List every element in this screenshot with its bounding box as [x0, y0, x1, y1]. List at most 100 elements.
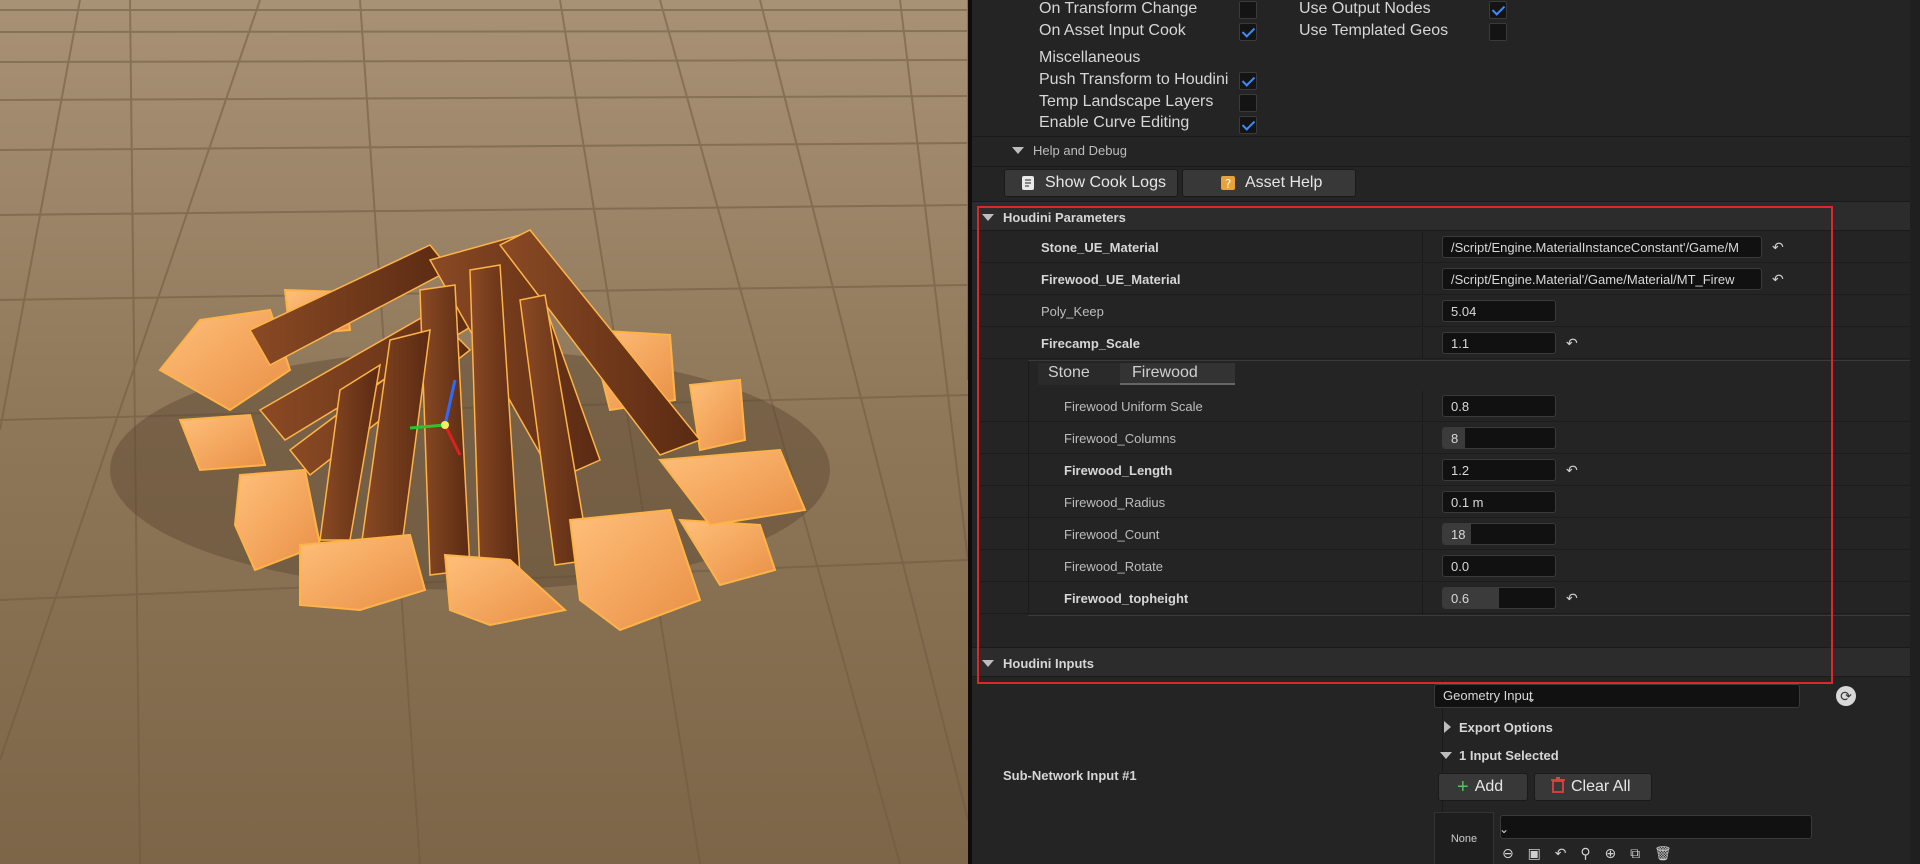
clear-all-label: Clear All	[1571, 778, 1631, 795]
firecamp-scale-label: Firecamp_Scale	[1041, 336, 1141, 351]
use-output-nodes-checkbox[interactable]	[1489, 1, 1507, 19]
duplicate-icon[interactable]: ⧉	[1630, 845, 1640, 861]
push-transform-checkbox[interactable]	[1239, 72, 1257, 90]
help-book-icon: ?	[1219, 174, 1237, 192]
firewood-param-value: 0.1 m	[1451, 495, 1484, 510]
asset-help-button[interactable]: ? Asset Help	[1182, 169, 1356, 197]
firewood-param-value: 8	[1451, 431, 1459, 446]
houdini-inputs-header[interactable]: Houdini Inputs	[972, 647, 1920, 677]
trash-icon[interactable]: 🗑	[1654, 845, 1672, 861]
show-cook-logs-label: Show Cook Logs	[1045, 174, 1166, 191]
firewood-param-row: Firewood_Columns 8	[980, 423, 1912, 454]
add-input-button[interactable]: + Add	[1438, 773, 1528, 801]
poly-keep-field[interactable]: 5.04	[1442, 300, 1556, 322]
browse-icon[interactable]: ▣	[1528, 845, 1541, 861]
on-asset-input-cook-label: On Asset Input Cook	[1039, 22, 1186, 39]
firewood-param-value: 1.2	[1451, 463, 1470, 478]
firewood-param-value: 0.0	[1451, 559, 1470, 574]
on-transform-change-checkbox[interactable]	[1239, 1, 1257, 19]
firewood-param-field[interactable]: 0.0	[1442, 555, 1556, 577]
firewood-param-label: Firewood_Rotate	[1064, 559, 1163, 574]
on-asset-input-cook-checkbox[interactable]	[1239, 23, 1257, 41]
firewood-param-field[interactable]: 1.2	[1442, 459, 1556, 481]
firewood-param-label: Firewood_topheight	[1064, 591, 1189, 606]
reset-arrow-icon[interactable]: ↶	[1566, 463, 1580, 477]
tab-firewood[interactable]: Firewood	[1120, 363, 1235, 385]
input-type-value: Geometry Input	[1443, 688, 1533, 703]
firewood-param-field[interactable]: 0.8	[1442, 395, 1556, 417]
export-options-label[interactable]: Export Options	[1459, 720, 1553, 735]
divider	[972, 166, 1920, 167]
column-separator	[1422, 296, 1423, 327]
temp-landscape-checkbox[interactable]	[1239, 94, 1257, 112]
refresh-icon[interactable]: ⟳	[1836, 686, 1856, 706]
enable-curve-checkbox[interactable]	[1239, 116, 1257, 134]
export-options-expand-icon[interactable]	[1444, 721, 1451, 733]
scroll-icon	[1019, 174, 1037, 192]
firewood-param-value: 18	[1451, 527, 1466, 542]
temp-landscape-label: Temp Landscape Layers	[1039, 93, 1214, 110]
firewood-param-value: 0.6	[1451, 591, 1470, 606]
reset-arrow-icon[interactable]: ↶	[1772, 272, 1786, 286]
stone-material-label: Stone_UE_Material	[1041, 240, 1159, 255]
enable-curve-label: Enable Curve Editing	[1039, 114, 1190, 131]
add-label: Add	[1474, 778, 1504, 795]
firewood-param-row: Firewood_Rotate 0.0	[980, 551, 1912, 582]
houdini-inputs-expand-icon[interactable]	[982, 660, 994, 667]
firewood-material-label: Firewood_UE_Material	[1041, 272, 1181, 287]
asset-picker-dropdown[interactable]: ⌄	[1500, 815, 1812, 839]
asset-thumbnail[interactable]: None	[1434, 812, 1494, 864]
use-selected-icon[interactable]: ⊖	[1502, 845, 1514, 861]
houdini-inputs-title: Houdini Inputs	[1003, 656, 1094, 671]
column-separator	[1422, 264, 1423, 295]
help-debug-expand-icon[interactable]	[1012, 147, 1024, 154]
plus-icon: +	[1457, 775, 1469, 798]
firewood-param-row: Firewood_Count 18	[980, 519, 1912, 550]
houdini-parameters-header[interactable]: Houdini Parameters	[972, 201, 1920, 231]
show-cook-logs-button[interactable]: Show Cook Logs	[1004, 169, 1178, 197]
asset-help-label: Asset Help	[1245, 174, 1323, 191]
column-separator	[1422, 487, 1423, 518]
reset-arrow-icon[interactable]: ↶	[1566, 336, 1580, 350]
viewport-scene	[0, 0, 968, 864]
firewood-param-label: Firewood_Count	[1064, 527, 1160, 542]
input-selected-expand-icon[interactable]	[1440, 752, 1452, 759]
column-separator	[1422, 551, 1423, 582]
column-separator	[1422, 519, 1423, 550]
firewood-param-field[interactable]: 18	[1442, 523, 1556, 545]
push-transform-label: Push Transform to Houdini	[1039, 71, 1229, 88]
firewood-param-field[interactable]: 0.6	[1442, 587, 1556, 609]
firewood-param-field[interactable]: 8	[1442, 427, 1556, 449]
houdini-parameters-expand-icon[interactable]	[982, 214, 994, 221]
svg-text:?: ?	[1225, 177, 1231, 191]
firecamp-scale-field[interactable]: 1.1	[1442, 332, 1556, 354]
firewood-param-value: 0.8	[1451, 399, 1470, 414]
tab-stone[interactable]: Stone	[1038, 363, 1126, 385]
column-separator	[1422, 583, 1423, 614]
reset-arrow-icon[interactable]: ↶	[1555, 845, 1567, 861]
input-selected-label: 1 Input Selected	[1459, 748, 1559, 763]
stone-material-field[interactable]: /Script/Engine.MaterialInstanceConstant'…	[1442, 236, 1762, 258]
chevron-down-icon: ⌄	[1500, 822, 1510, 836]
input-type-dropdown[interactable]: Geometry Input ⌄	[1434, 684, 1800, 708]
subnetwork-input-label: Sub-Network Input #1	[1003, 768, 1137, 783]
details-scrollbar[interactable]	[1910, 0, 1920, 864]
use-templated-geos-checkbox[interactable]	[1489, 23, 1507, 41]
details-panel: On Transform Change On Asset Input Cook …	[972, 0, 1920, 864]
asset-actions-toolbar: ⊖ ▣ ↶ ⚲ ⊕ ⧉ 🗑	[1502, 845, 1672, 863]
firewood-param-row: Firewood Uniform Scale 0.8	[980, 391, 1912, 422]
houdini-parameters-title: Houdini Parameters	[1003, 210, 1126, 225]
firewood-param-field[interactable]: 0.1 m	[1442, 491, 1556, 513]
firewood-material-field[interactable]: /Script/Engine.Material'/Game/Material/M…	[1442, 268, 1762, 290]
chevron-down-icon: ⌄	[1526, 691, 1537, 705]
reset-arrow-icon[interactable]: ↶	[1772, 240, 1786, 254]
param-row-firewood-material: Firewood_UE_Material /Script/Engine.Mate…	[980, 264, 1912, 295]
reset-arrow-icon[interactable]: ↶	[1566, 591, 1580, 605]
on-transform-change-label: On Transform Change	[1039, 0, 1198, 17]
level-viewport[interactable]	[0, 0, 968, 864]
plus-circle-icon[interactable]: ⊕	[1605, 845, 1617, 861]
pick-actor-icon[interactable]: ⚲	[1580, 845, 1590, 861]
clear-all-button[interactable]: Clear All	[1534, 773, 1652, 801]
column-separator	[1422, 423, 1423, 454]
use-templated-geos-label: Use Templated Geos	[1299, 22, 1449, 39]
